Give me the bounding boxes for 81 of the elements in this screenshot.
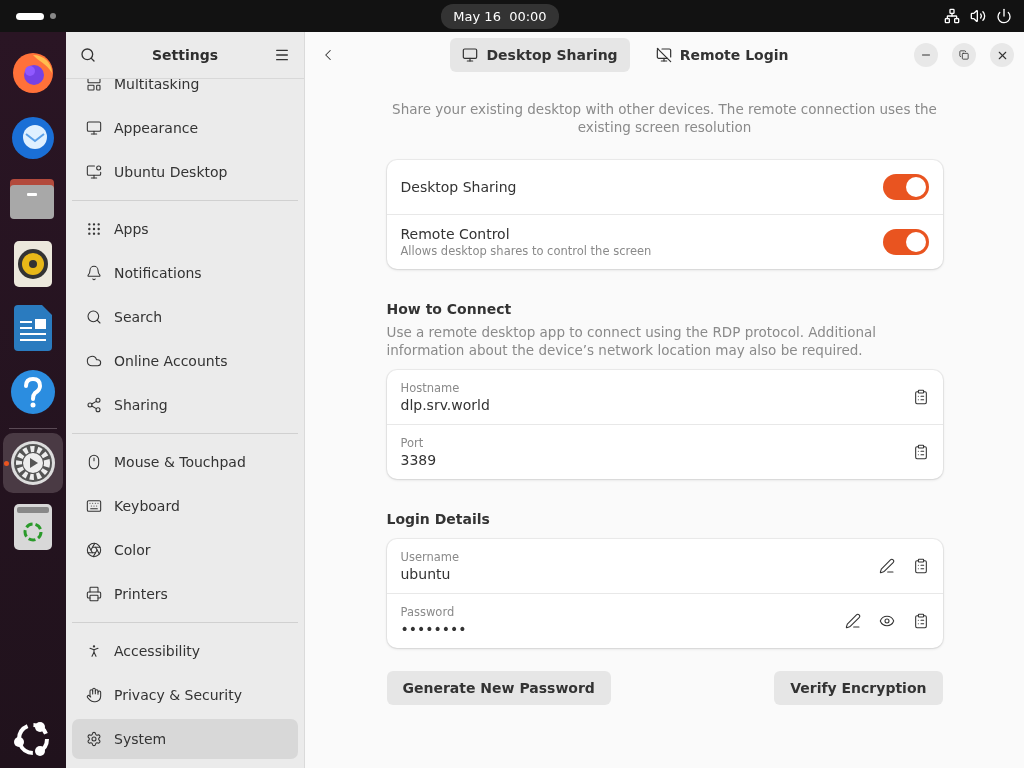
sidebar-item[interactable]: Privacy & Security <box>72 673 298 717</box>
show-apps-icon[interactable] <box>14 720 52 758</box>
pen-icon[interactable] <box>844 613 861 629</box>
aperture-icon <box>86 542 102 558</box>
gear-icon <box>10 440 56 486</box>
sidebar-item[interactable]: Keyboard <box>72 484 298 528</box>
share-icon <box>86 397 102 413</box>
sidebar-item[interactable]: Mouse & Touchpad <box>72 440 298 484</box>
copy-icon[interactable] <box>912 558 929 574</box>
hand-icon <box>86 687 102 703</box>
sidebar-item[interactable]: Appearance <box>72 106 298 150</box>
field-label: Port <box>400 436 425 450</box>
row-title: Desktop Sharing <box>400 179 518 195</box>
field-value: dlp.srv.world <box>400 397 491 413</box>
cloud-icon <box>86 353 102 369</box>
field-value: 3389 <box>400 452 438 468</box>
tab[interactable]: Remote Login <box>643 38 801 72</box>
dock-item[interactable] <box>3 433 63 493</box>
grid-icon <box>86 221 102 237</box>
field-value: •••••••• <box>400 621 468 637</box>
restore-icon <box>959 50 969 60</box>
sidebar-item[interactable]: Sharing <box>72 383 298 427</box>
clock[interactable]: May 16 00:00 <box>441 3 559 29</box>
copy-icon[interactable] <box>912 444 929 460</box>
field-label: Hostname <box>400 381 461 395</box>
section-heading: How to Connect <box>386 301 513 317</box>
action-button[interactable]: Verify Encryption <box>774 671 943 705</box>
help-icon <box>10 369 56 415</box>
keyboard-icon <box>86 498 102 514</box>
search-icon[interactable] <box>80 47 96 63</box>
speaker-icon <box>14 241 52 287</box>
bell-icon <box>86 265 102 281</box>
field-value: ubuntu <box>400 566 452 582</box>
toggle-switch[interactable] <box>882 174 929 200</box>
sidebar-item[interactable]: Ubuntu Desktop <box>72 150 298 194</box>
monitor-icon <box>462 47 479 63</box>
action-button[interactable]: Generate New Password <box>386 671 611 705</box>
workspace-indicator[interactable] <box>16 12 56 20</box>
sidebar-item[interactable]: Notifications <box>72 251 298 295</box>
volume-icon[interactable] <box>970 8 986 24</box>
sidebar-item[interactable]: System <box>72 719 298 759</box>
sidebar-item[interactable]: Accessibility <box>72 629 298 673</box>
minimize-button[interactable] <box>914 43 938 67</box>
field-label: Password <box>400 605 456 619</box>
sidebar-item[interactable]: Color <box>72 528 298 572</box>
sidebar-title: Settings <box>151 47 219 63</box>
sidebar-item[interactable]: Online Accounts <box>72 339 298 383</box>
section-text: Use a remote desktop app to connect using the RDP protocol. Additional information about the device’s network location may also be required. <box>386 323 878 359</box>
monitor-icon <box>86 120 102 136</box>
row-subtitle: Allows desktop shares to control the screen <box>400 244 653 258</box>
description: Share your existing desktop with other devices. The remote connection uses the existing screen resolution <box>391 100 938 136</box>
gear-icon <box>86 731 102 747</box>
sidebar-item[interactable]: Apps <box>72 207 298 251</box>
document-icon <box>14 305 52 351</box>
person-icon <box>86 643 102 659</box>
network-icon[interactable] <box>944 8 960 24</box>
toggle-switch[interactable] <box>882 229 929 255</box>
folder-icon <box>10 179 56 221</box>
maximize-button[interactable] <box>952 43 976 67</box>
eye-icon[interactable] <box>878 613 895 629</box>
copy-icon[interactable] <box>912 389 929 405</box>
running-indicator <box>4 461 9 466</box>
pen-icon[interactable] <box>878 558 895 574</box>
tab[interactable]: Desktop Sharing <box>450 38 630 72</box>
copy-icon[interactable] <box>912 613 929 629</box>
sidebar-item[interactable]: Multitasking <box>72 79 298 106</box>
monitor-icon <box>655 47 672 63</box>
close-button[interactable] <box>990 43 1014 67</box>
mouse-icon <box>86 454 102 470</box>
menu-icon[interactable] <box>274 47 290 63</box>
field-label: Username <box>400 550 461 564</box>
row-title: Remote Control <box>400 226 511 242</box>
section-heading: Login Details <box>386 511 491 527</box>
trash-icon <box>14 504 52 550</box>
windows-icon <box>86 79 102 92</box>
printer-icon <box>86 586 102 602</box>
sidebar-item[interactable]: Search <box>72 295 298 339</box>
power-icon[interactable] <box>996 8 1012 24</box>
monitor-icon <box>86 164 102 180</box>
search-icon <box>86 309 102 325</box>
sidebar-item[interactable]: Printers <box>72 572 298 616</box>
